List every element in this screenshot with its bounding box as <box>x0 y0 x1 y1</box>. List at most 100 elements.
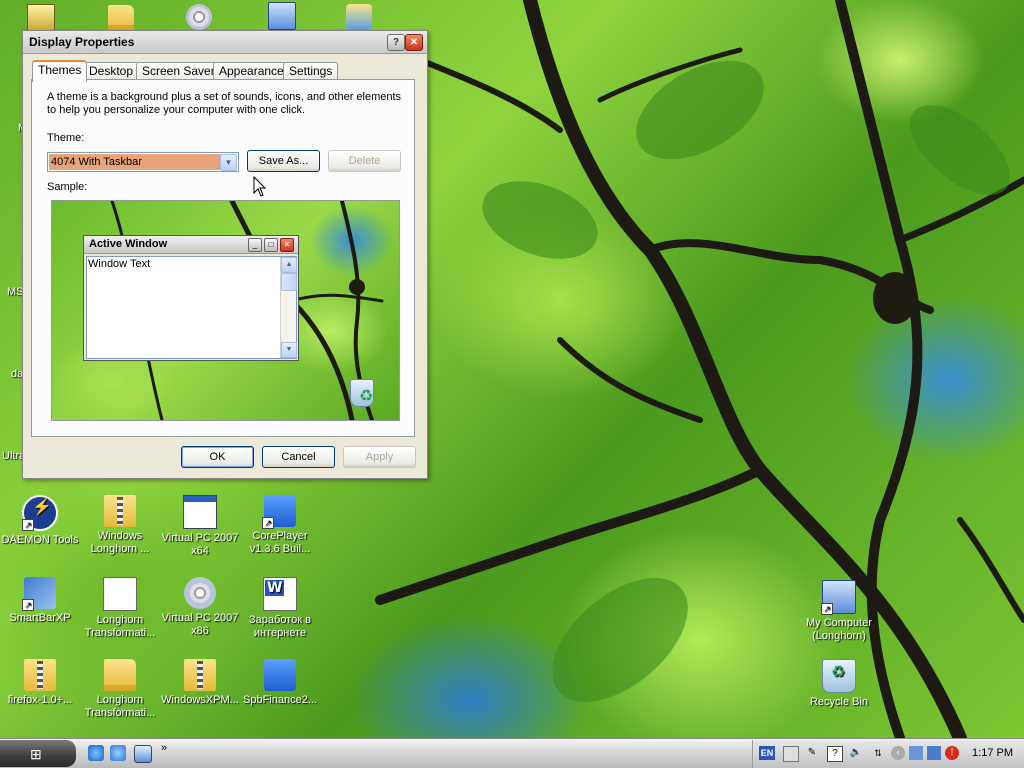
windows-logo-icon: ⊞ <box>30 746 42 762</box>
close-icon: ✕ <box>409 37 419 48</box>
sample-recycle-bin-icon <box>350 379 374 407</box>
help-button[interactable]: ? <box>387 34 405 51</box>
desktop-icon-windowsxpm[interactable]: WindowsXPM... <box>160 659 240 707</box>
monitor-icon[interactable] <box>927 746 941 760</box>
icon-label: DAEMON Tools <box>1 534 79 546</box>
daemon-tools-icon <box>22 495 58 531</box>
close-button[interactable]: ✕ <box>405 34 423 51</box>
ie-alt-icon[interactable] <box>110 745 126 761</box>
scroll-up-icon: ▲ <box>281 257 297 273</box>
help-tray-icon[interactable]: ? <box>827 746 843 762</box>
sample-label: Sample: <box>47 181 88 193</box>
cancel-button[interactable]: Cancel <box>262 446 335 468</box>
icon-label: My Computer (Longhorn) <box>805 617 873 642</box>
quick-launch-overflow[interactable]: » <box>161 742 167 754</box>
question-mark-icon: ? <box>392 37 400 48</box>
folder-icon <box>104 659 136 691</box>
icon-label: Longhorn Transformati... <box>84 694 156 719</box>
desktop-icon-windows-longhorn[interactable]: Windows Longhorn ... <box>80 495 160 556</box>
zip-folder-icon <box>24 659 56 691</box>
antivirus-icon[interactable]: ! <box>945 746 959 760</box>
save-as-button[interactable]: Save As... <box>247 150 320 172</box>
display-properties-dialog: Display Properties ? ✕ Themes Desktop Sc… <box>22 30 428 479</box>
sample-window-title: Active Window <box>89 238 168 250</box>
start-button[interactable]: ⊞ <box>0 740 76 767</box>
sample-window-body: Window Text ▲ ▼ <box>86 256 297 359</box>
theme-select[interactable]: 4074 With Taskbar ▼ <box>47 152 239 172</box>
close-icon: ✕ <box>280 238 294 252</box>
icon-label: SmartBarXP <box>9 612 71 624</box>
top-cd-icon[interactable] <box>186 4 212 30</box>
scroll-thumb <box>281 273 297 291</box>
delete-button[interactable]: Delete <box>328 150 401 172</box>
themes-panel: A theme is a background plus a set of so… <box>31 79 415 437</box>
desktop-icon-longhorn-transformation-folder[interactable]: Longhorn Transformati... <box>80 659 160 720</box>
speaker-icon[interactable]: 🔈 <box>849 746 863 760</box>
7zip-archive-icon <box>103 577 137 611</box>
keyboard-icon[interactable] <box>783 746 799 762</box>
recycle-bin-icon <box>822 659 856 693</box>
zip-folder-icon <box>184 659 216 691</box>
icon-label: CorePlayer v1.3.6 Buil... <box>249 530 311 555</box>
dialog-title: Display Properties <box>29 35 135 49</box>
minimize-icon: _ <box>248 238 262 252</box>
tab-desktop[interactable]: Desktop <box>83 62 140 80</box>
application-window-icon <box>183 495 217 529</box>
desktop-icon-virtual-pc-x86[interactable]: Virtual PC 2007 x86 <box>160 577 240 638</box>
icon-label: Заработок в интернете <box>249 614 311 639</box>
word-document-icon <box>263 577 297 611</box>
system-tray: EN ✎ ? 🔈 ⇅ ‹ ! 1:17 PM <box>752 740 1024 768</box>
desktop-icon-recycle-bin[interactable]: Recycle Bin <box>799 659 879 709</box>
desktop-icon-smartbarxp[interactable]: SmartBarXP <box>0 577 80 625</box>
theme-select-value: 4074 With Taskbar <box>49 154 221 170</box>
desktop-icon-spbfinance[interactable]: SpbFinance2... <box>240 659 320 707</box>
chevron-down-icon[interactable]: ▼ <box>220 154 237 171</box>
dialog-titlebar[interactable]: Display Properties ? ✕ <box>23 31 427 54</box>
clock[interactable]: 1:17 PM <box>972 747 1013 759</box>
tab-themes[interactable]: Themes <box>32 60 88 82</box>
sample-window-titlebar: Active Window _ □ ✕ <box>84 236 298 254</box>
mouse-cursor-icon <box>253 176 267 197</box>
desktop-icon-firefox-archive[interactable]: firefox-1.0+... <box>0 659 80 707</box>
desktop-icon-my-computer[interactable]: My Computer (Longhorn) <box>799 580 879 643</box>
icon-label: Recycle Bin <box>809 696 869 708</box>
tab-settings[interactable]: Settings <box>283 62 339 80</box>
smartbarxp-icon <box>22 577 56 611</box>
tab-screen-saver[interactable]: Screen Saver <box>136 62 221 80</box>
icon-label: Virtual PC 2007 x86 <box>161 612 239 637</box>
top-icon-1[interactable] <box>27 4 55 32</box>
network-icon[interactable] <box>909 746 923 760</box>
desktop-icon-virtual-pc-x64[interactable]: Virtual PC 2007 x64 <box>160 495 240 558</box>
coreplayer-icon <box>262 495 296 529</box>
icon-label: WindowsXPM... <box>161 694 239 706</box>
show-desktop-icon[interactable] <box>134 745 152 763</box>
language-indicator[interactable]: EN <box>759 746 775 760</box>
my-computer-icon <box>821 580 856 615</box>
sample-scrollbar: ▲ ▼ <box>280 257 297 358</box>
pen-icon[interactable]: ✎ <box>805 746 819 760</box>
cd-disc-icon <box>184 577 216 609</box>
desktop-icon-daemon-tools[interactable]: DAEMON Tools <box>0 495 80 547</box>
icon-label: Longhorn Transformati... <box>84 614 156 639</box>
theme-sample-preview: Active Window _ □ ✕ Window Text ▲ ▼ <box>51 200 400 421</box>
icon-label: Virtual PC 2007 x64 <box>161 532 239 557</box>
top-computer-icon[interactable] <box>268 2 296 30</box>
scroll-down-icon: ▼ <box>281 342 297 358</box>
apply-button[interactable]: Apply <box>343 446 416 468</box>
collapse-tray-icon[interactable]: ‹ <box>891 746 905 760</box>
icon-label: firefox-1.0+... <box>7 694 73 706</box>
themes-description: A theme is a background plus a set of so… <box>47 91 402 116</box>
arrows-icon[interactable]: ⇅ <box>871 746 885 760</box>
spbfinance-icon <box>264 659 296 691</box>
desktop-icon-word-document[interactable]: Заработок в интернете <box>240 577 320 640</box>
taskbar: ⊞ » EN ✎ ? 🔈 ⇅ ‹ ! 1:17 PM <box>0 738 1024 768</box>
theme-label: Theme: <box>47 132 85 144</box>
ok-button[interactable]: OK <box>181 446 254 468</box>
top-network-folder-icon[interactable] <box>346 4 372 30</box>
ie-icon[interactable] <box>88 745 104 761</box>
desktop-icon-coreplayer[interactable]: CorePlayer v1.3.6 Buil... <box>240 495 320 556</box>
tab-appearance[interactable]: Appearance <box>213 62 290 80</box>
top-folder-icon[interactable] <box>108 5 134 31</box>
icon-label: Windows Longhorn ... <box>90 530 150 555</box>
desktop-icon-longhorn-transformation-archive[interactable]: Longhorn Transformati... <box>80 577 160 640</box>
